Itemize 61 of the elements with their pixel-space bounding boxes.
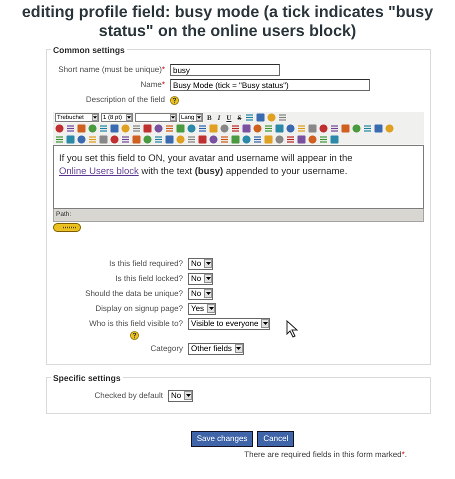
help-toggle-icon[interactable] xyxy=(53,222,81,232)
help-icon[interactable] xyxy=(130,330,139,340)
field-label: Who is this field visible to? xyxy=(89,318,183,328)
toolbar-icon[interactable] xyxy=(220,135,229,144)
caret-icon[interactable] xyxy=(92,114,98,121)
field-label: Is this field locked? xyxy=(115,274,183,283)
toolbar-icon[interactable] xyxy=(99,124,108,133)
toolbar-icon[interactable] xyxy=(154,135,163,144)
text-field[interactable]: busy xyxy=(170,64,280,76)
caret-icon[interactable] xyxy=(204,289,212,298)
select-field[interactable]: No xyxy=(168,390,194,402)
toolbar-icon[interactable] xyxy=(231,124,240,133)
field-label: Is this field required? xyxy=(109,258,183,268)
field-label: Checked by default xyxy=(94,390,163,400)
caret-icon[interactable] xyxy=(207,304,216,314)
editor-text: If you set this field to ON, your avatar and username will appear in the Online Users block with the text (busy) appended to your username. xyxy=(59,152,354,178)
caret-icon[interactable] xyxy=(204,259,212,268)
section-legend: Common settings xyxy=(51,44,127,57)
field-label: Should the data be unique? xyxy=(85,288,183,298)
caret-icon[interactable] xyxy=(184,391,192,400)
section-legend: Specific settings xyxy=(51,372,123,384)
select-field[interactable]: No xyxy=(188,258,214,270)
select-field[interactable]: Yes xyxy=(188,302,216,315)
help-icon[interactable] xyxy=(170,96,179,104)
toolbar-icon[interactable] xyxy=(187,135,196,144)
form-button[interactable]: Save changes xyxy=(190,430,254,447)
field-label: Name* xyxy=(140,79,165,91)
caret-icon[interactable] xyxy=(126,114,132,121)
toolbar-icon[interactable] xyxy=(253,135,262,144)
select-field[interactable]: No xyxy=(188,288,214,300)
required-note: There are required fields in this form marked*. xyxy=(244,450,407,459)
toolbar-icon[interactable] xyxy=(319,135,328,144)
field-label: Display on signup page? xyxy=(95,304,183,313)
caret-icon[interactable] xyxy=(170,114,176,121)
cursor-icon xyxy=(286,320,298,338)
field-label: Category xyxy=(150,344,183,353)
select-field[interactable]: Visible to everyone xyxy=(188,318,270,330)
toolbar-icon[interactable] xyxy=(55,135,64,144)
page-title: editing profile field: busy mode (a tick indicates "busy status" on the online users block) xyxy=(20,3,434,41)
caret-icon[interactable] xyxy=(234,344,243,354)
toolbar-icon[interactable] xyxy=(278,113,288,122)
caret-icon[interactable] xyxy=(196,114,202,121)
field-label: Short name (must be unique)* xyxy=(57,64,165,76)
toolbar-icon[interactable] xyxy=(286,135,295,144)
toolbar-icon[interactable] xyxy=(198,124,207,133)
toolbar-icon[interactable] xyxy=(132,124,141,133)
toolbar-icon[interactable] xyxy=(66,124,75,133)
form-button[interactable]: Cancel xyxy=(257,430,294,447)
text-field[interactable]: Busy Mode (tick = "Busy status") xyxy=(170,79,370,91)
select-field[interactable]: Other fields xyxy=(188,342,244,355)
toolbar-icon[interactable] xyxy=(245,113,254,122)
select-field[interactable]: No xyxy=(188,272,214,285)
text-link[interactable]: Online Users block xyxy=(59,166,139,177)
field-label: Description of the field xyxy=(84,94,165,106)
toolbar-icon[interactable] xyxy=(363,124,372,133)
toolbar-icon[interactable] xyxy=(330,124,339,133)
toolbar-icon[interactable] xyxy=(264,124,273,133)
toolbar-icon[interactable] xyxy=(165,124,174,133)
caret-icon[interactable] xyxy=(261,319,270,328)
caret-icon[interactable] xyxy=(204,274,212,284)
toolbar-icon[interactable] xyxy=(121,135,130,144)
